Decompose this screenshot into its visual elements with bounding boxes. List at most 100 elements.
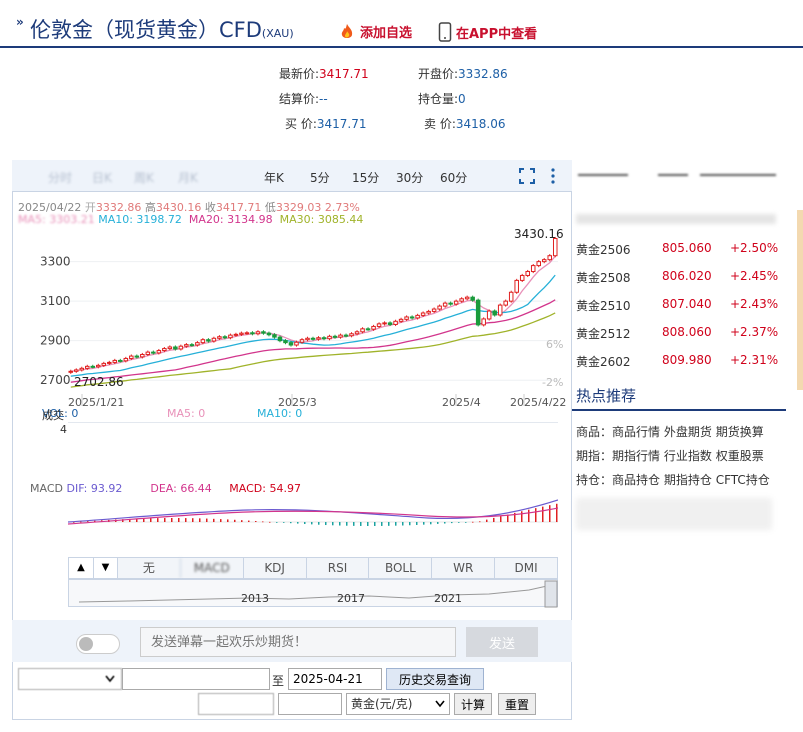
amount-input-blurred[interactable] xyxy=(198,693,274,715)
candle-body xyxy=(409,316,415,319)
macd-bar xyxy=(493,517,495,522)
indicator-down-button[interactable]: ▼ xyxy=(93,558,117,578)
start-date-input[interactable] xyxy=(122,668,270,690)
calculate-button[interactable]: 计算 xyxy=(454,693,492,715)
contract-row[interactable]: 黄金2602 809.980 +2.31% xyxy=(576,353,778,370)
macd-bar xyxy=(521,511,523,522)
contract-name[interactable]: 黄金2510 xyxy=(576,299,631,313)
x-axis-labels: 2025/1/21 2025/3 2025/4 2025/4/22 xyxy=(68,396,566,406)
indicator-wr[interactable]: WR xyxy=(431,558,494,578)
amount-input[interactable] xyxy=(278,693,342,715)
add-favorite-label: 添加自选 xyxy=(360,26,413,41)
candle-body xyxy=(431,308,437,312)
title-symbol: (XAU) xyxy=(261,27,294,40)
candlestick-chart[interactable]: 3300310029002700 2025/1/21 2025/3 2025/4 20… xyxy=(12,226,572,406)
tab-blurred-3[interactable]: 周K xyxy=(134,169,154,186)
hot-link[interactable]: 期指行情 xyxy=(612,449,660,463)
title-arrows: » xyxy=(16,15,24,29)
row-blurred xyxy=(576,214,776,224)
hot-link[interactable]: 商品行情 xyxy=(612,425,660,439)
tab-60min[interactable]: 60分 xyxy=(440,169,467,186)
start-date-select[interactable] xyxy=(18,668,122,690)
contract-name[interactable]: 黄金2508 xyxy=(576,271,631,285)
open-value: 3332.86 xyxy=(458,67,508,81)
macd-bar xyxy=(360,522,362,526)
quote-open: 开盘价:3332.86 xyxy=(418,65,508,82)
macd-bar xyxy=(157,518,159,522)
indicator-up-button[interactable]: ▲ xyxy=(69,558,93,578)
timeline-handle[interactable] xyxy=(544,580,558,608)
more-options-icon[interactable] xyxy=(549,167,557,185)
x-tick-label: 2025/3 xyxy=(278,396,317,406)
timeline-2017: 2017 xyxy=(337,592,365,605)
indicator-boll[interactable]: BOLL xyxy=(368,558,431,578)
hot-link[interactable]: 行业指数 xyxy=(664,449,712,463)
ask-value: 3418.06 xyxy=(455,117,506,131)
candle-body xyxy=(343,334,349,337)
contract-name[interactable]: 黄金2512 xyxy=(576,327,631,341)
macd-bar xyxy=(437,522,439,524)
contract-row[interactable]: 黄金2506 805.060 +2.50% xyxy=(576,241,778,258)
tab-5min[interactable]: 5分 xyxy=(310,169,330,186)
candle-body xyxy=(464,296,470,300)
hot-row-label: 持仓： xyxy=(576,473,613,487)
ma10-value: MA10: 3198.72 xyxy=(98,213,182,226)
macd-bar xyxy=(220,519,222,522)
contract-row[interactable]: 黄金2512 808.060 +2.37% xyxy=(576,325,778,342)
timeline-navigator[interactable]: 2013 2017 2021 xyxy=(68,579,558,608)
tab-year-k[interactable]: 年K xyxy=(264,169,284,186)
tab-blurred-1[interactable]: 分时 xyxy=(48,169,72,186)
hot-link[interactable]: 期货换算 xyxy=(716,425,764,439)
contract-name[interactable]: 黄金2602 xyxy=(576,355,631,369)
tab-30min[interactable]: 30分 xyxy=(396,169,423,186)
ma20-value: MA20: 3134.98 xyxy=(188,213,273,226)
indicator-macd[interactable]: MACD xyxy=(179,558,243,578)
fullscreen-icon[interactable] xyxy=(518,167,536,185)
hot-link[interactable]: 外盘期货 xyxy=(664,425,712,439)
danmaku-input[interactable] xyxy=(140,627,456,657)
candle-body xyxy=(519,274,525,281)
unit-select[interactable]: 黄金(元/克) xyxy=(346,693,450,715)
candle-body xyxy=(184,344,189,347)
tab-blurred-4[interactable]: 月K xyxy=(178,169,198,186)
candle-body xyxy=(497,304,503,316)
candle-body xyxy=(206,339,211,342)
hot-link[interactable]: 权重股票 xyxy=(716,449,764,463)
candle-body xyxy=(525,271,530,276)
macd-bar xyxy=(451,522,453,524)
candle-body xyxy=(541,259,547,263)
indicator-rsi[interactable]: RSI xyxy=(305,558,369,578)
contract-row[interactable]: 黄金2510 807.040 +2.43% xyxy=(576,297,778,314)
indicator-dmi[interactable]: DMI xyxy=(494,558,557,578)
candle-body xyxy=(321,337,327,340)
view-in-app-button[interactable]: 在APP中查看 xyxy=(438,22,537,42)
end-date-input[interactable] xyxy=(288,668,382,690)
hot-link[interactable]: 期指持仓 xyxy=(664,473,712,487)
pct-tick-bottom: -2% xyxy=(542,376,563,389)
min-price-label: 2702.86 xyxy=(74,375,124,389)
hot-link[interactable]: 商品持仓 xyxy=(612,473,660,487)
candles xyxy=(68,236,558,374)
contract-name[interactable]: 黄金2506 xyxy=(576,243,631,257)
history-query-button[interactable]: 历史交易查询 xyxy=(386,668,484,690)
page-scroll-edge[interactable] xyxy=(797,210,803,390)
contract-price: 808.060 xyxy=(662,325,712,339)
contract-row[interactable]: 黄金2508 806.020 +2.45% xyxy=(576,269,778,286)
reset-button[interactable]: 重置 xyxy=(498,693,536,715)
candle-body xyxy=(393,320,398,325)
contract-change: +2.37% xyxy=(730,325,779,339)
tab-blurred-2[interactable]: 日K xyxy=(92,169,112,186)
danmaku-toggle[interactable] xyxy=(76,634,120,654)
candle-body xyxy=(261,331,266,334)
candle-body xyxy=(442,302,448,307)
macd-bar xyxy=(472,521,474,523)
add-favorite-button[interactable]: 添加自选 xyxy=(338,22,412,41)
tab-15min[interactable]: 15分 xyxy=(352,169,379,186)
candle-body xyxy=(371,325,376,330)
hot-link[interactable]: CFTC持仓 xyxy=(716,473,770,487)
indicator-kdj[interactable]: KDJ xyxy=(242,558,306,578)
macd-bar xyxy=(213,518,215,522)
danmaku-send-button[interactable]: 发送 xyxy=(466,627,538,657)
indicator-none[interactable]: 无 xyxy=(117,558,180,578)
candle-body xyxy=(332,335,338,338)
